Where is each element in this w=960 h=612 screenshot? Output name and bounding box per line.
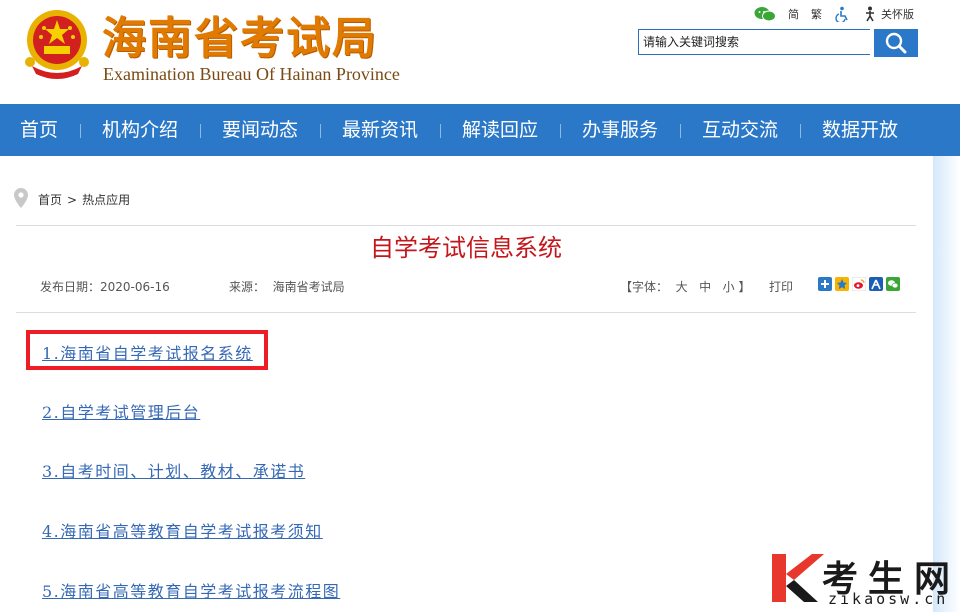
breadcrumb-separator: >	[67, 192, 78, 207]
nav-separator	[200, 124, 201, 138]
share-renren-icon[interactable]	[869, 276, 883, 291]
font-size-large[interactable]: 大	[676, 280, 688, 294]
side-decoration	[933, 156, 960, 612]
nav-item-home[interactable]: 首页	[20, 104, 58, 156]
search-icon	[885, 32, 907, 54]
font-size-small[interactable]: 小	[723, 280, 735, 294]
site-header: 海南省考试局 Examination Bureau Of Hainan Prov…	[0, 0, 960, 104]
share-bar	[818, 276, 900, 292]
link-exam-notice[interactable]: 4.海南省高等教育自学考试报考须知	[42, 518, 323, 542]
font-size-open: 【字体：	[620, 280, 669, 294]
simplified-link[interactable]: 简	[788, 6, 799, 22]
page-title: 自学考试信息系统	[370, 234, 562, 262]
site-title: 海南省考试局	[102, 13, 378, 64]
site-subtitle: Examination Bureau Of Hainan Province	[103, 64, 400, 84]
share-add-icon[interactable]	[818, 276, 832, 291]
nav-separator	[440, 124, 441, 138]
nav-separator	[560, 124, 561, 138]
nav-item-news[interactable]: 要闻动态	[222, 104, 298, 156]
font-size-controls: 【字体： 大 中 小 】	[620, 278, 750, 295]
search-input[interactable]	[638, 29, 870, 55]
search-bar	[638, 29, 918, 57]
care-mode-link[interactable]: 关怀版	[862, 6, 914, 22]
font-size-medium[interactable]: 中	[699, 280, 711, 294]
print-button[interactable]: 打印	[769, 278, 793, 295]
watermark: 考生网 zikaosw.cn	[768, 550, 950, 610]
font-size-close: 】	[738, 280, 751, 294]
breadcrumb-home[interactable]: 首页	[38, 191, 62, 208]
traditional-link[interactable]: 繁	[811, 6, 822, 22]
search-button[interactable]	[874, 29, 918, 57]
location-pin-icon	[14, 188, 28, 211]
nav-separator	[800, 124, 801, 138]
link-exam-admin[interactable]: 2.自学考试管理后台	[42, 399, 200, 423]
watermark-domain: zikaosw.cn	[828, 590, 949, 608]
breadcrumb-current[interactable]: 热点应用	[82, 191, 130, 208]
divider	[16, 225, 916, 226]
publish-date: 发布日期：2020-06-16	[40, 278, 170, 295]
nav-separator	[80, 124, 81, 138]
divider	[16, 312, 916, 313]
nav-separator	[320, 124, 321, 138]
share-qzone-icon[interactable]	[835, 276, 849, 291]
care-mode-icon	[866, 6, 874, 22]
wechat-icon[interactable]	[754, 6, 776, 22]
nav-item-interpretation[interactable]: 解读回应	[462, 104, 538, 156]
nav-separator	[680, 124, 681, 138]
link-exam-flowchart[interactable]: 5.海南省高等教育自学考试报考流程图	[42, 578, 340, 602]
link-exam-schedule[interactable]: 3.自考时间、计划、教材、承诺书	[42, 458, 305, 482]
share-weibo-icon[interactable]	[851, 276, 867, 292]
main-nav: 首页 机构介绍 要闻动态 最新资讯 解读回应 办事服务 互动交流 数据开放	[0, 104, 960, 156]
share-wechat-icon[interactable]	[886, 276, 900, 291]
nav-item-latest[interactable]: 最新资讯	[342, 104, 418, 156]
accessibility-icon[interactable]	[834, 6, 850, 22]
nav-item-open-data[interactable]: 数据开放	[822, 104, 898, 156]
nav-item-about[interactable]: 机构介绍	[102, 104, 178, 156]
nav-item-interaction[interactable]: 互动交流	[702, 104, 778, 156]
emblem-icon	[22, 8, 92, 80]
source-label: 来源：	[229, 280, 266, 294]
article-source: 来源： 海南省考试局	[229, 278, 345, 295]
source-value: 海南省考试局	[272, 280, 345, 294]
publish-date-label: 发布日期：	[40, 280, 101, 294]
top-links: 简 繁 关怀版	[754, 6, 914, 22]
link-exam-registration[interactable]: 1.海南省自学考试报名系统	[42, 340, 253, 364]
care-mode-label: 关怀版	[881, 8, 914, 21]
breadcrumb: 首页 > 热点应用	[14, 188, 130, 211]
publish-date-value: 2020-06-16	[100, 280, 170, 294]
watermark-logo-icon	[772, 554, 824, 602]
nav-item-services[interactable]: 办事服务	[582, 104, 658, 156]
